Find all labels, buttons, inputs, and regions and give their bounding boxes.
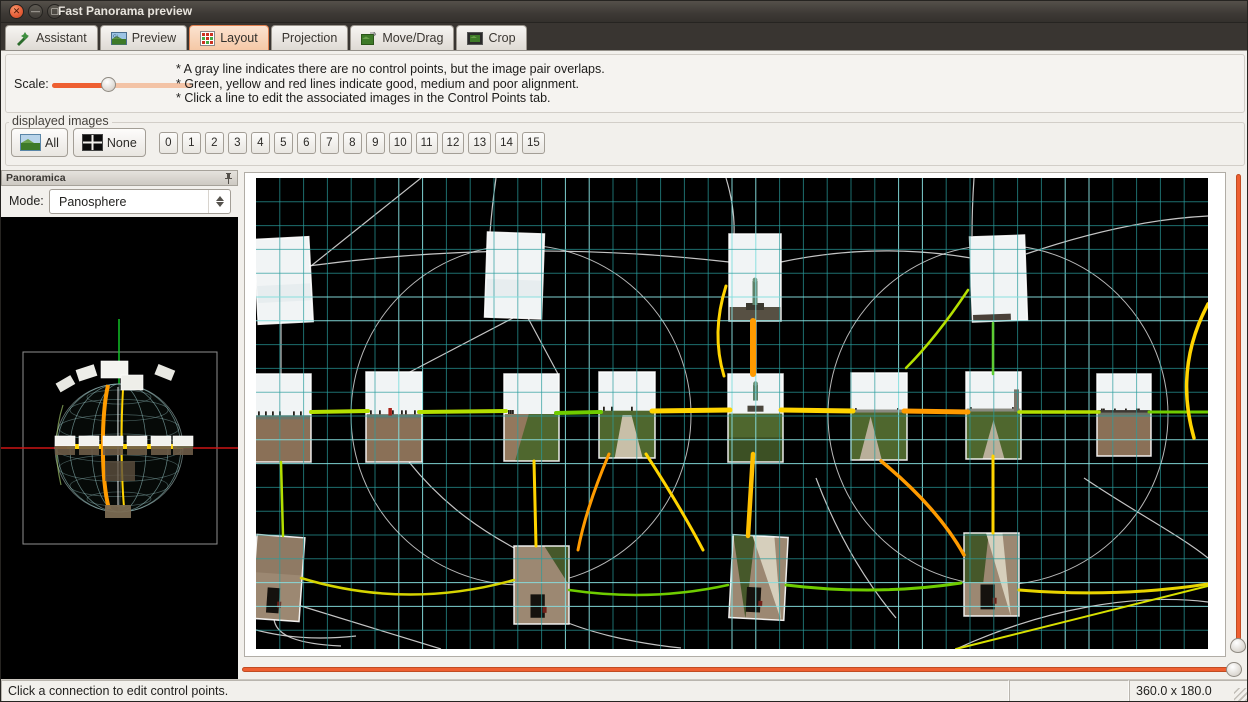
mode-value: Panosphere [59,195,126,209]
image-toggle-button-10[interactable]: 10 [389,132,412,154]
titlebar: ✕ — ▢ Fast Panorama preview [1,1,1247,23]
vertical-view-slider[interactable] [1229,172,1247,660]
image-toggle-button-3[interactable]: 3 [228,132,247,154]
tab-bar: Assistant GL Preview Layout Projection Move/D… [1,23,1247,51]
tab-label: Preview [132,31,176,45]
image-toggle-button-7[interactable]: 7 [320,132,339,154]
tab-label: Assistant [36,31,87,45]
hint-note-click: * Click a line to edit the associated im… [176,91,605,106]
panosphere-3d-view[interactable] [1,217,238,679]
layout-image-thumbnail[interactable] [256,374,311,462]
layout-canvas[interactable] [256,178,1208,649]
control-point-connection[interactable] [311,411,368,412]
svg-text:GL: GL [113,33,120,38]
status-field-2 [1009,680,1129,702]
assistant-icon [16,31,31,46]
status-bar: Click a connection to edit control point… [1,679,1248,702]
tab-label: Projection [282,31,338,45]
image-toggle-button-0[interactable]: 0 [159,132,178,154]
image-toggle-button-13[interactable]: 13 [468,132,491,154]
displayed-images-group: displayed images All None 012345678910 [5,114,1245,166]
layout-image-thumbnail[interactable] [964,533,1019,616]
control-point-connection[interactable] [419,411,506,412]
tab-label: Crop [488,31,515,45]
scale-slider-fill [52,83,108,88]
crop-icon [467,32,483,45]
horizontal-slider-thumb[interactable] [1226,662,1242,677]
minimize-button[interactable]: — [28,4,43,19]
image-toggle-button-11[interactable]: 11 [416,132,438,154]
layout-image-thumbnail[interactable] [256,534,305,621]
tab-preview[interactable]: GL Preview [100,25,187,50]
mode-row: Mode: Panosphere [1,186,238,217]
layout-image-thumbnail[interactable] [970,235,1028,322]
layout-image-thumbnail[interactable] [366,372,422,462]
show-all-button[interactable]: All [11,128,68,157]
image-toggle-buttons: 0123456789101112131415 [159,132,545,154]
image-toggle-button-4[interactable]: 4 [251,132,270,154]
layout-image-thumbnail[interactable] [1097,374,1151,456]
status-message: Click a connection to edit control point… [1,680,1009,702]
layout-image-thumbnail[interactable] [504,374,559,461]
combobox-spinner[interactable] [208,190,230,213]
panosphere-panel: Panoramica Mode: Panosphere [1,169,239,679]
image-toggle-button-12[interactable]: 12 [442,132,465,154]
tab-label: Move/Drag [382,31,443,45]
hint-notes: * A gray line indicates there are no con… [176,62,605,106]
no-images-icon [82,134,103,151]
fast-panorama-preview-window: ✕ — ▢ Fast Panorama preview Assistant GL P… [0,0,1248,702]
scale-slider[interactable] [52,77,192,92]
image-toggle-button-8[interactable]: 8 [343,132,362,154]
layout-canvas-frame [244,172,1226,657]
control-point-connection[interactable] [652,410,730,411]
all-images-icon [20,134,41,151]
horizontal-slider-track [242,667,1234,672]
scale-label: Scale: [14,77,49,91]
panel-header[interactable]: Panoramica [1,170,238,186]
tab-assistant[interactable]: Assistant [5,25,98,50]
resize-grip[interactable] [1234,688,1247,701]
tab-projection[interactable]: Projection [271,25,349,50]
image-toggle-button-9[interactable]: 9 [366,132,385,154]
preview-icon: GL [111,32,127,45]
image-toggle-button-14[interactable]: 14 [495,132,518,154]
hint-note-colors: * Green, yellow and red lines indicate g… [176,77,605,92]
image-toggle-button-15[interactable]: 15 [522,132,545,154]
info-panel: Scale: * A gray line indicates there are… [5,54,1245,113]
spin-down-icon [216,202,224,207]
hint-note-gray: * A gray line indicates there are no con… [176,62,605,77]
control-point-connection[interactable] [781,410,853,411]
image-toggle-button-1[interactable]: 1 [182,132,201,154]
layout-image-thumbnail[interactable] [599,372,655,458]
spin-up-icon [216,196,224,201]
horizontal-view-slider[interactable] [242,661,1244,677]
window-title: Fast Panorama preview [58,4,192,18]
layout-icon [200,31,215,46]
mode-combobox[interactable]: Panosphere [49,189,231,214]
control-point-connection[interactable] [904,411,968,412]
vertical-slider-track [1236,174,1241,646]
mode-label: Mode: [9,194,44,208]
move-drag-icon [361,32,377,45]
image-toggle-button-5[interactable]: 5 [274,132,293,154]
tab-layout[interactable]: Layout [189,25,269,50]
close-button[interactable]: ✕ [9,4,24,19]
image-toggle-button-2[interactable]: 2 [205,132,224,154]
tab-label: Layout [220,31,258,45]
pin-icon[interactable] [223,172,234,185]
status-dimensions: 360.0 x 180.0 [1129,680,1248,702]
displayed-images-label: displayed images [9,114,112,128]
control-point-connection[interactable] [534,461,536,546]
scale-slider-thumb[interactable] [101,77,116,92]
control-point-connection[interactable] [556,412,601,413]
layout-image-thumbnail[interactable] [729,234,781,321]
vertical-slider-thumb[interactable] [1230,638,1246,653]
tab-move-drag[interactable]: Move/Drag [350,25,454,50]
show-none-button[interactable]: None [73,128,146,157]
image-toggle-button-6[interactable]: 6 [297,132,316,154]
layout-canvas-area [239,169,1248,679]
tab-crop[interactable]: Crop [456,25,526,50]
